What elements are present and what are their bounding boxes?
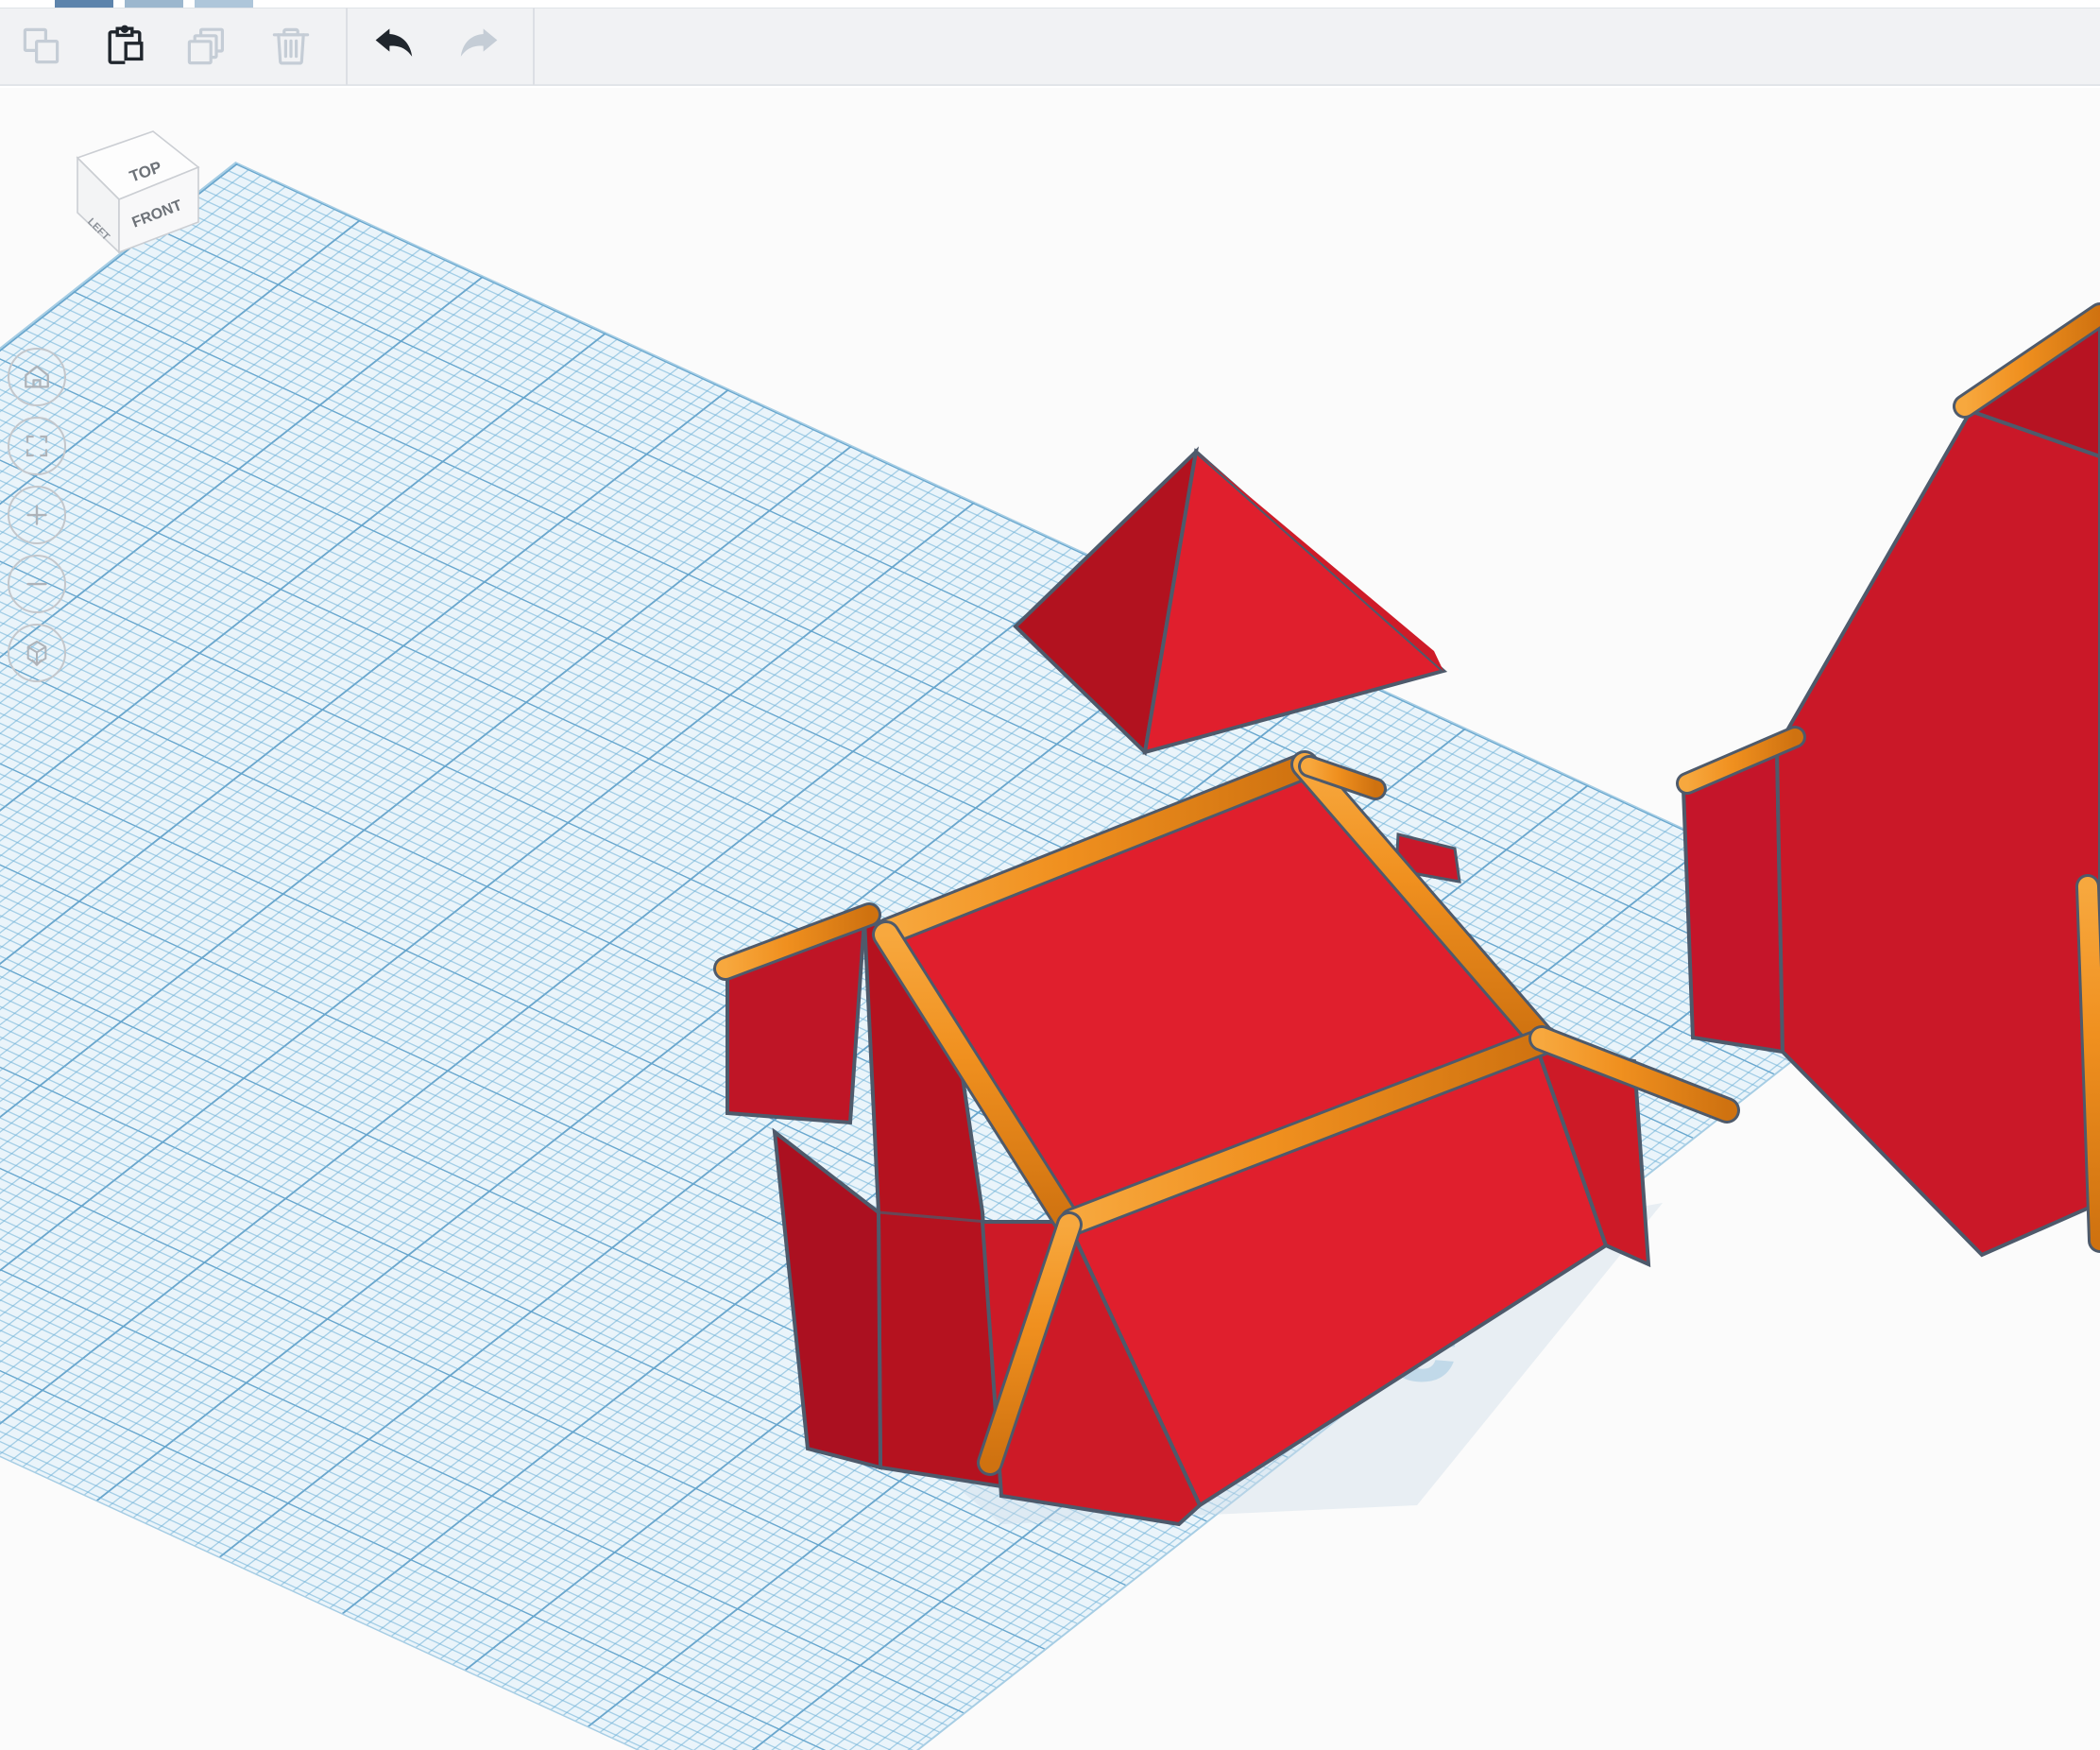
editor-toolbar [0, 8, 2100, 86]
pyramid-right-face [1142, 448, 1448, 755]
plus-icon [23, 501, 51, 529]
trash-icon [268, 24, 314, 69]
shape-pyramid[interactable] [1013, 446, 1448, 757]
scene-shapes [713, 302, 2100, 1527]
shape-roof-right[interactable] [1676, 302, 2100, 1258]
tinkercad-3d-editor: kplane [0, 0, 2100, 1750]
fit-brackets-icon [23, 432, 51, 460]
roof-right-left-wing [1681, 745, 1785, 1055]
redo-button[interactable] [436, 8, 520, 85]
duplicate-icon [185, 24, 230, 69]
home-view-button[interactable] [8, 348, 66, 406]
undo-button[interactable] [353, 8, 436, 85]
paste-icon [102, 24, 147, 69]
shape-roof-center[interactable] [713, 750, 1740, 1527]
toolbar-divider [346, 8, 348, 85]
view-cube[interactable]: TOP LEFT FRONT [32, 112, 202, 254]
roof-right-main-panel [1774, 408, 2100, 1258]
copy-icon [19, 24, 64, 69]
paste-button[interactable] [83, 8, 166, 85]
duplicate-button[interactable] [166, 8, 249, 85]
copy-button[interactable] [0, 8, 83, 85]
undo-arrow-icon [370, 22, 419, 71]
roof-center-left-flange [772, 1127, 883, 1470]
home-icon [22, 362, 52, 392]
toolbar-divider-2 [533, 8, 535, 85]
view-projection-button[interactable] [8, 624, 66, 682]
delete-button[interactable] [249, 8, 333, 85]
history-actions-group [353, 8, 520, 85]
ortho-cube-icon [22, 638, 52, 668]
minus-icon [23, 570, 51, 598]
viewport-nav-controls [8, 348, 76, 693]
redo-arrow-icon [453, 22, 503, 71]
3d-viewport[interactable]: kplane [0, 88, 2100, 1750]
edit-actions-group [0, 8, 333, 85]
zoom-out-button[interactable] [8, 555, 66, 613]
fit-to-view-button[interactable] [8, 417, 66, 475]
zoom-in-button[interactable] [8, 486, 66, 544]
